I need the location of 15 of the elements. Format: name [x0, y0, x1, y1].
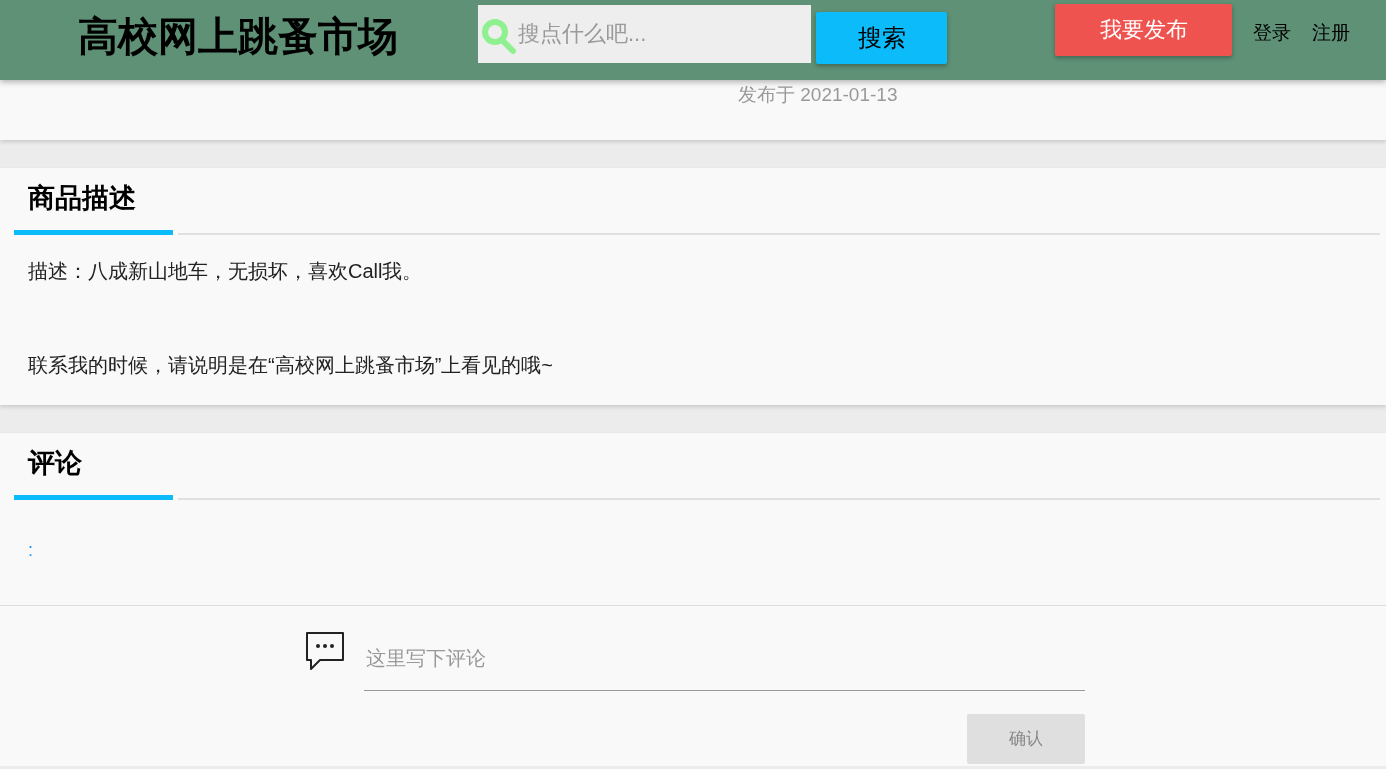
- search-field[interactable]: 搜点什么吧...: [478, 5, 811, 63]
- description-text: 联系我的时候，请说明是在“高校网上跳蚤市场”上看见的哦~: [27, 353, 554, 378]
- section-title: 评论: [26, 447, 83, 480]
- publish-date: 发布于 2021-01-13: [738, 83, 899, 107]
- comment-icon: [304, 630, 346, 672]
- publish-button[interactable]: 我要发布: [1055, 4, 1232, 56]
- site-logo: 高校网上跳蚤市场: [78, 13, 399, 60]
- section-title: 商品描述: [27, 182, 137, 215]
- nav-link[interactable]: 注册: [1312, 20, 1350, 46]
- comment-text: :: [27, 539, 34, 561]
- comment-field[interactable]: 这里写下评论: [364, 626, 1085, 691]
- search-icon: [480, 17, 518, 57]
- nav-link[interactable]: 登录: [1253, 20, 1291, 46]
- search-button[interactable]: 搜索: [816, 12, 947, 64]
- description-text: 描述：八成新山地车，无损坏，喜欢Call我。: [27, 259, 424, 284]
